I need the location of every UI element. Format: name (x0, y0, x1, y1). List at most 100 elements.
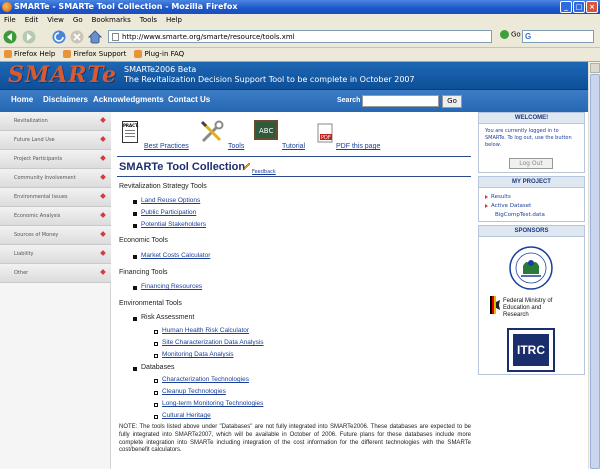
section-revitalization-tools: Revitalization Strategy Tools (119, 183, 207, 190)
minimize-button[interactable]: _ (560, 1, 572, 13)
pdf-link[interactable]: PDF this page (336, 143, 380, 150)
tutorial-link[interactable]: Tutorial (282, 143, 305, 150)
go-button[interactable]: Go (500, 30, 521, 39)
sidebar-item-other[interactable]: Other (0, 264, 111, 283)
pin-icon (100, 212, 106, 218)
sidebar-item-sources-of-money[interactable]: Sources of Money (0, 226, 111, 245)
my-project-box: MY PROJECT Results Active Dataset BigCom… (478, 176, 585, 222)
forward-arrow-icon[interactable] (22, 30, 36, 44)
sidebar-item-label: Sources of Money (14, 232, 59, 238)
stop-icon[interactable] (70, 30, 84, 44)
link-public-participation[interactable]: Public Participation (141, 209, 196, 216)
pencil-icon (242, 162, 251, 171)
title-bar: SMARTe - SMARTe Tool Collection - Mozill… (0, 0, 600, 14)
main-content: PRACT. Best Practices Tools ABC Tutorial… (111, 112, 477, 469)
back-arrow-icon[interactable] (3, 30, 17, 44)
nav-contact-us[interactable]: Contact Us (168, 95, 210, 104)
bookmark-label: Firefox Help (14, 50, 56, 58)
project-item-label: Active Dataset (491, 203, 532, 209)
sidebar-item-economic-analysis[interactable]: Economic Analysis (0, 207, 111, 226)
tools-wrench-icon[interactable] (200, 120, 224, 144)
project-item-results[interactable]: Results (485, 194, 511, 200)
section-economic-tools: Economic Tools (119, 237, 168, 244)
url-bar[interactable]: http://www.smarte.org/smarte/resource/to… (108, 30, 492, 43)
bookmarks-toolbar: Firefox Help Firefox Support Plug-in FAQ (0, 48, 600, 62)
pdf-icon[interactable]: PDF (317, 123, 335, 143)
epa-seal-icon[interactable] (509, 246, 553, 290)
sidebar-item-project-participants[interactable]: Project Participants (0, 150, 111, 169)
link-site-characterization-data-analysis[interactable]: Site Characterization Data Analysis (162, 339, 264, 346)
sidebar-item-future-land-use[interactable]: Future Land Use (0, 131, 111, 150)
sidebar-item-community-involvement[interactable]: Community Involvement (0, 169, 111, 188)
link-land-reuse-options[interactable]: Land Reuse Options (141, 197, 200, 204)
bullet (154, 379, 158, 383)
scroll-thumb[interactable] (590, 74, 600, 469)
best-practices-icon[interactable]: PRACT. (122, 121, 139, 143)
menu-help[interactable]: Help (166, 16, 182, 24)
scroll-up-button[interactable] (590, 63, 600, 73)
tutorial-chalkboard-icon[interactable]: ABC (254, 120, 278, 142)
link-characterization-technologies[interactable]: Characterization Technologies (162, 376, 249, 383)
site-search-input[interactable] (362, 95, 439, 107)
menu-file[interactable]: File (4, 16, 16, 24)
best-practices-link[interactable]: Best Practices (144, 143, 189, 150)
link-cleanup-technologies[interactable]: Cleanup Technologies (162, 388, 226, 395)
sponsor-bmbf[interactable]: Federal Ministry of Education and Resear… (503, 298, 563, 319)
link-human-health-risk-calculator[interactable]: Human Health Risk Calculator (162, 327, 249, 334)
link-market-costs-calculator[interactable]: Market Costs Calculator (141, 252, 210, 259)
project-item-active-dataset[interactable]: Active Dataset (485, 203, 531, 209)
best-practices-icon-label: PRACT. (123, 123, 139, 128)
link-cultural-heritage[interactable]: Cultural Heritage (162, 412, 211, 419)
welcome-text: You are currently logged in to SMARTe. T… (485, 128, 572, 148)
nav-acknowledgments[interactable]: Acknowledgments (93, 95, 164, 104)
close-button[interactable]: × (586, 1, 598, 13)
sidebar-item-revitalization[interactable]: Revitalization (0, 112, 111, 131)
link-monitoring-data-analysis[interactable]: Monitoring Data Analysis (162, 351, 234, 358)
smarte-logo[interactable]: SMARTe (8, 62, 117, 88)
menu-go[interactable]: Go (73, 16, 83, 24)
menu-view[interactable]: View (47, 16, 64, 24)
nav-home[interactable]: Home (11, 95, 33, 104)
web-page: SMARTe SMARTe2006 Beta The Revitalizatio… (0, 62, 588, 469)
tools-link[interactable]: Tools (228, 143, 244, 150)
bookmark-label: Firefox Support (73, 50, 127, 58)
link-long-term-monitoring-technologies[interactable]: Long-term Monitoring Technologies (162, 400, 263, 407)
sidebar-item-label: Liability (14, 251, 34, 257)
go-label: Go (511, 30, 521, 39)
site-search-button[interactable]: Go (442, 95, 462, 108)
bullet (133, 286, 137, 290)
vertical-scrollbar[interactable] (588, 62, 600, 469)
link-potential-stakeholders[interactable]: Potential Stakeholders (141, 221, 206, 228)
project-item-dataset-file[interactable]: BigCompTest.data (495, 212, 545, 218)
tagline-version: SMARTe2006 Beta (124, 65, 197, 74)
sidebar-item-environmental-issues[interactable]: Environmental Issues (0, 188, 111, 207)
url-text: http://www.smarte.org/smarte/resource/to… (122, 33, 295, 41)
nav-disclaimers[interactable]: Disclaimers (43, 95, 88, 104)
german-eagle-icon (490, 296, 500, 314)
pin-icon (100, 231, 106, 237)
window-title: SMARTe - SMARTe Tool Collection - Mozill… (14, 2, 238, 11)
bullet (154, 391, 158, 395)
google-search-box[interactable]: G (522, 30, 594, 43)
bookmark-firefox-support[interactable]: Firefox Support (63, 50, 126, 59)
menu-bookmarks[interactable]: Bookmarks (92, 16, 131, 24)
browser-window: SMARTe - SMARTe Tool Collection - Mozill… (0, 0, 600, 469)
home-icon[interactable] (88, 30, 102, 44)
pin-icon (100, 136, 106, 142)
feedback-link[interactable]: Feedback (252, 169, 276, 175)
maximize-button[interactable]: □ (573, 1, 585, 13)
bookmark-firefox-help[interactable]: Firefox Help (4, 50, 55, 59)
bullet (133, 212, 137, 216)
sidebar-item-liability[interactable]: Liability (0, 245, 111, 264)
bullet (154, 415, 158, 419)
menu-tools[interactable]: Tools (140, 16, 157, 24)
bookmark-plugin-faq[interactable]: Plug-in FAQ (134, 50, 184, 59)
link-financing-resources[interactable]: Financing Resources (141, 283, 202, 290)
page-title: SMARTe Tool Collection (119, 161, 246, 173)
menu-edit[interactable]: Edit (25, 16, 39, 24)
bookmark-icon (4, 50, 12, 58)
logout-button[interactable]: Log Out (509, 158, 553, 169)
reload-icon[interactable] (52, 30, 66, 44)
pin-icon (100, 269, 106, 275)
itrc-logo[interactable]: ITRC (507, 328, 555, 372)
